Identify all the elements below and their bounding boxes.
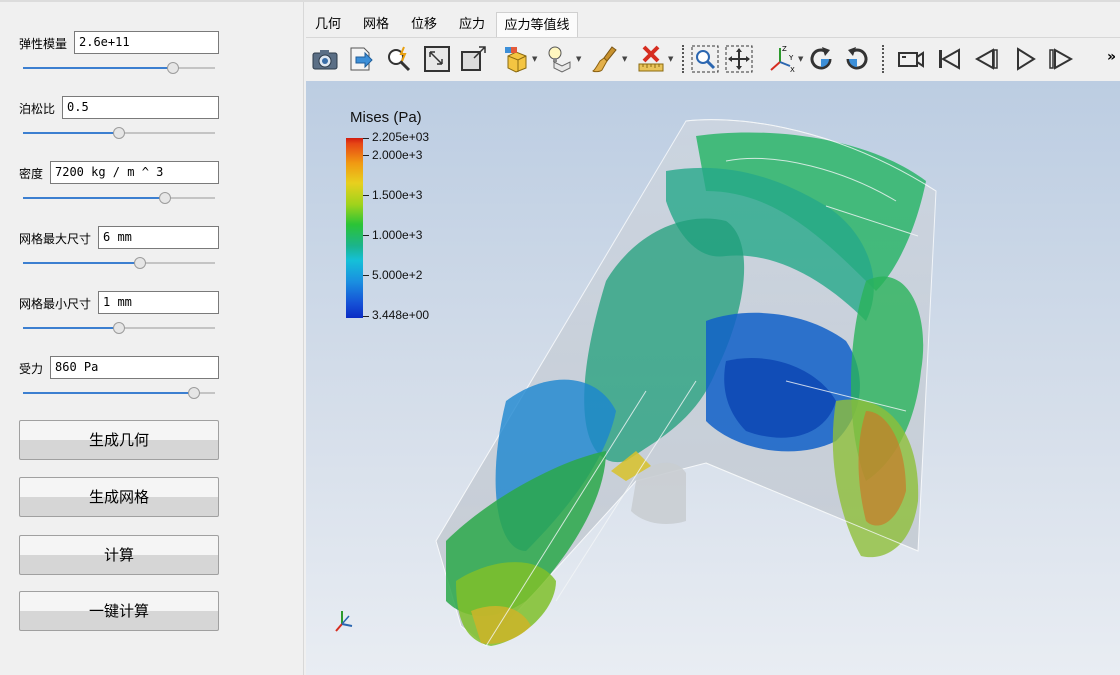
legend-label-min: 3.448e+00 bbox=[372, 308, 430, 322]
legend-tick bbox=[363, 275, 369, 276]
density-slider[interactable] bbox=[23, 191, 215, 205]
dropdown-arrow-icon[interactable]: ▼ bbox=[576, 55, 581, 63]
legend-tick bbox=[363, 155, 369, 156]
dropdown-arrow-icon[interactable]: ▼ bbox=[532, 55, 537, 63]
dropdown-arrow-icon[interactable]: ▼ bbox=[622, 55, 627, 63]
legend-tick bbox=[363, 316, 369, 317]
legend-tick bbox=[363, 235, 369, 236]
record-icon[interactable] bbox=[896, 44, 926, 74]
mesh-max-size-slider[interactable] bbox=[23, 256, 215, 270]
brush-icon[interactable] bbox=[590, 44, 620, 74]
light-bulb-icon[interactable] bbox=[544, 44, 574, 74]
stress-contour-model bbox=[435, 119, 937, 647]
legend-label: 5.000e+2 bbox=[372, 268, 423, 282]
mesh-min-size-input[interactable]: 1 mm bbox=[98, 291, 219, 314]
poisson-ratio-input[interactable]: 0.5 bbox=[62, 96, 219, 119]
slider-handle[interactable] bbox=[113, 127, 125, 139]
slider-handle[interactable] bbox=[134, 257, 146, 269]
slider-handle[interactable] bbox=[113, 322, 125, 334]
toolbar-separator bbox=[682, 45, 684, 73]
tab-mesh[interactable]: 网格 bbox=[356, 12, 396, 37]
dropdown-arrow-icon[interactable]: ▼ bbox=[798, 55, 803, 63]
svg-text:X: X bbox=[790, 66, 795, 74]
legend-color-bar bbox=[346, 138, 363, 318]
legend-label: 1.500e+3 bbox=[372, 188, 423, 202]
poisson-ratio-label: 泊松比 bbox=[19, 102, 56, 116]
density-input[interactable]: 7200 kg / m ^ 3 bbox=[50, 161, 219, 184]
box-color-icon[interactable] bbox=[502, 44, 532, 74]
render-viewport[interactable]: Mises (Pa) 2.205e+03 2.000e+3 1.500e+3 1… bbox=[306, 81, 1120, 675]
elastic-modulus-slider[interactable] bbox=[23, 61, 215, 75]
slider-handle[interactable] bbox=[167, 62, 179, 74]
first-frame-icon[interactable] bbox=[934, 44, 964, 74]
dropdown-arrow-icon[interactable]: ▼ bbox=[668, 55, 673, 63]
svg-text:Z: Z bbox=[782, 45, 787, 53]
slider-handle[interactable] bbox=[188, 387, 200, 399]
render-toolbar: ▼ ▼ ▼ ▼ ZYX ▼ » bbox=[306, 37, 1120, 81]
clear-icon[interactable] bbox=[636, 44, 666, 74]
rotate-cw-icon[interactable] bbox=[806, 44, 836, 74]
outline-icon[interactable] bbox=[458, 44, 488, 74]
last-frame-icon[interactable] bbox=[1046, 44, 1076, 74]
zoom-box-icon[interactable] bbox=[690, 44, 720, 74]
poisson-ratio-slider[interactable] bbox=[23, 126, 215, 140]
axes-orientation-icon[interactable]: ZYX bbox=[768, 44, 798, 74]
rotate-ccw-icon[interactable] bbox=[842, 44, 872, 74]
play-icon[interactable] bbox=[1010, 44, 1040, 74]
probe-icon[interactable] bbox=[384, 44, 414, 74]
force-input[interactable]: 860 Pa bbox=[50, 356, 219, 379]
force-label: 受力 bbox=[19, 362, 44, 376]
parameter-panel: 弹性模量 2.6e+11 泊松比 0.5 密度 7200 kg / m ^ 3 … bbox=[0, 2, 304, 675]
one-click-compute-button[interactable]: 一键计算 bbox=[19, 591, 219, 631]
generate-mesh-button[interactable]: 生成网格 bbox=[19, 477, 219, 517]
tab-geometry[interactable]: 几何 bbox=[308, 12, 348, 37]
mesh-max-size-label: 网格最大尺寸 bbox=[19, 232, 92, 246]
legend-title: Mises (Pa) bbox=[350, 109, 422, 126]
slider-handle[interactable] bbox=[159, 192, 171, 204]
elastic-modulus-input[interactable]: 2.6e+11 bbox=[74, 31, 219, 54]
pan-icon[interactable] bbox=[724, 44, 754, 74]
fit-view-icon[interactable] bbox=[422, 44, 452, 74]
legend-tick bbox=[363, 138, 369, 139]
mesh-min-size-label: 网格最小尺寸 bbox=[19, 297, 92, 311]
density-label: 密度 bbox=[19, 167, 44, 181]
tab-stress-contour[interactable]: 应力等值线 bbox=[496, 12, 578, 37]
camera-icon[interactable] bbox=[310, 44, 340, 74]
tab-displacement[interactable]: 位移 bbox=[404, 12, 444, 37]
export-icon[interactable] bbox=[346, 44, 376, 74]
toolbar-overflow-button[interactable]: » bbox=[1107, 49, 1116, 65]
mesh-min-size-slider[interactable] bbox=[23, 321, 215, 335]
compute-button[interactable]: 计算 bbox=[19, 535, 219, 575]
view-tabs: 几何 网格 位移 应力 应力等值线 bbox=[304, 12, 1120, 37]
prev-frame-icon[interactable] bbox=[972, 44, 1002, 74]
axes-triad-icon bbox=[335, 611, 353, 632]
generate-geometry-button[interactable]: 生成几何 bbox=[19, 420, 219, 460]
toolbar-separator bbox=[882, 45, 884, 73]
legend-label: 1.000e+3 bbox=[372, 228, 423, 242]
tab-stress[interactable]: 应力 bbox=[452, 12, 492, 37]
elastic-modulus-label: 弹性模量 bbox=[19, 37, 68, 51]
legend-label-max: 2.205e+03 bbox=[372, 130, 430, 144]
svg-text:Y: Y bbox=[788, 54, 794, 62]
legend-label: 2.000e+3 bbox=[372, 148, 423, 162]
force-slider[interactable] bbox=[23, 386, 215, 400]
legend-tick bbox=[363, 195, 369, 196]
mesh-max-size-input[interactable]: 6 mm bbox=[98, 226, 219, 249]
